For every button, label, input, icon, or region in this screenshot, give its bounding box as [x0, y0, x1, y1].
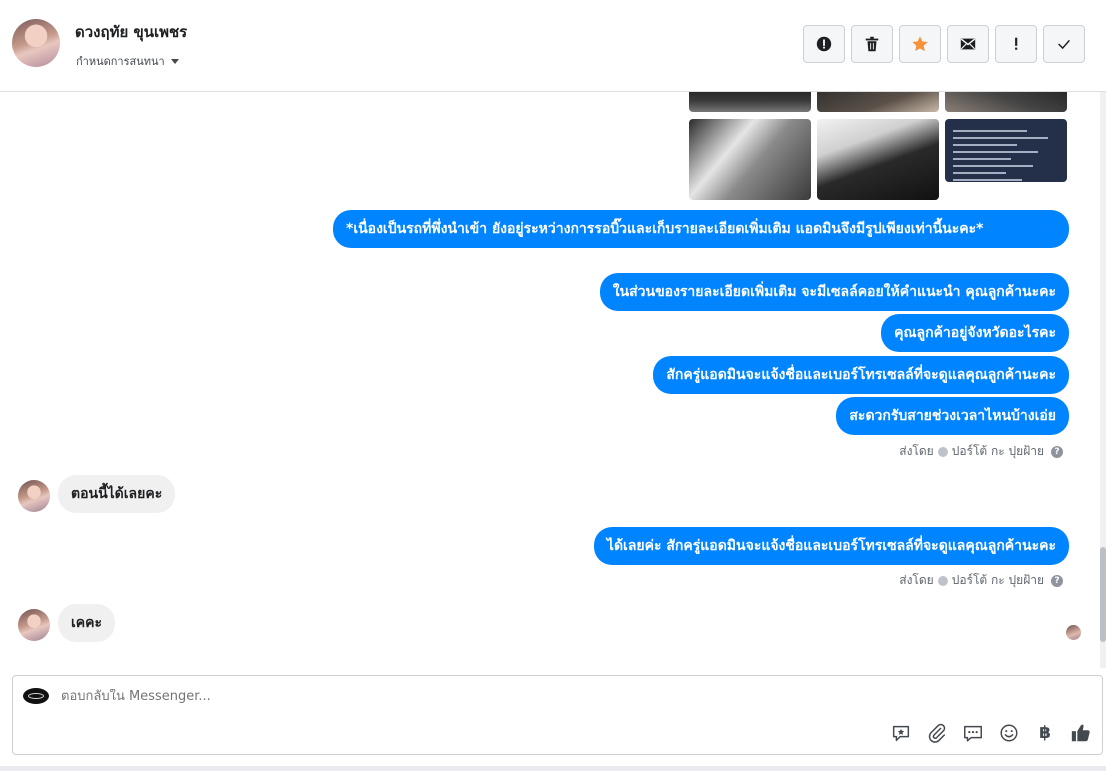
- contact-avatar-small[interactable]: [18, 609, 50, 641]
- payment-button[interactable]: ฿: [1034, 722, 1056, 744]
- chat-bubble-icon: [964, 725, 982, 742]
- outgoing-message[interactable]: ในส่วนของรายละเอียดเพิ่มเติม จะมีเซลล์คอ…: [599, 273, 1069, 311]
- page-avatar: [23, 688, 49, 704]
- contact-avatar[interactable]: [12, 19, 60, 67]
- exclamation-icon: [1015, 37, 1018, 50]
- help-icon[interactable]: ?: [1051, 445, 1063, 458]
- smiley-icon: [1000, 724, 1018, 742]
- mark-unread-button[interactable]: [947, 25, 989, 63]
- spam-button[interactable]: [803, 25, 845, 63]
- sent-by-label: ส่งโดย: [899, 573, 934, 587]
- outgoing-message[interactable]: สะดวกรับสายช่วงเวลาไหนบ้างเอ่ย: [836, 397, 1069, 435]
- delete-button[interactable]: [851, 25, 893, 63]
- sent-by-info: ส่งโดย ปอร์โต้ กะ ปุยฝ้าย ?: [899, 571, 1063, 590]
- mail-icon: [960, 38, 976, 50]
- contact-name[interactable]: ดวงฤทัย ขุนเพชร: [75, 20, 187, 44]
- like-button[interactable]: [1070, 722, 1092, 744]
- reply-composer: ฿: [12, 675, 1103, 755]
- saved-reply-button[interactable]: [890, 722, 912, 744]
- star-chat-icon: [892, 725, 910, 742]
- outgoing-message[interactable]: ได้เลยค่ะ สักครู่แอดมินจะแจ้งชื่อและเบอร…: [593, 527, 1069, 565]
- help-icon[interactable]: ?: [1051, 574, 1063, 587]
- attach-button[interactable]: [926, 722, 948, 744]
- seen-indicator-avatar: [1066, 625, 1081, 640]
- important-button[interactable]: [995, 25, 1037, 63]
- alert-circle-icon: [816, 36, 832, 52]
- incoming-message[interactable]: ตอนนี้ได้เลยคะ: [58, 475, 176, 513]
- thumbs-up-icon: [1071, 724, 1090, 742]
- sent-by-label: ส่งโดย: [899, 444, 934, 458]
- outgoing-message[interactable]: คุณลูกค้าอยู่จังหวัดอะไรคะ: [881, 314, 1069, 352]
- message-photo[interactable]: [817, 92, 939, 112]
- trash-icon: [865, 36, 879, 52]
- sender-name: ปอร์โต้ กะ ปุยฝ้าย: [951, 573, 1044, 587]
- composer-tools: ฿: [890, 722, 1092, 744]
- assign-conversation-dropdown[interactable]: กำหนดการสนทนา: [76, 52, 179, 70]
- check-icon: [1058, 39, 1070, 50]
- paperclip-icon: [928, 723, 946, 743]
- message-photo[interactable]: [689, 119, 811, 200]
- header-actions: [803, 25, 1085, 63]
- conversation-header: ดวงฤทัย ขุนเพชร กำหนดการสนทนา: [0, 0, 1106, 92]
- message-photo-document[interactable]: [945, 119, 1067, 182]
- message-photo[interactable]: [689, 92, 811, 112]
- verified-icon: [937, 446, 948, 457]
- outgoing-message[interactable]: สักครู่แอดมินจะแจ้งชื่อและเบอร์โทรเซลล์ท…: [653, 356, 1069, 394]
- quick-reply-button[interactable]: [962, 722, 984, 744]
- baht-icon: ฿: [1039, 723, 1051, 743]
- scrollbar-thumb[interactable]: [1100, 547, 1106, 642]
- star-button[interactable]: [899, 25, 941, 63]
- caret-down-icon: [170, 59, 179, 64]
- verified-icon: [937, 575, 948, 586]
- thread-scrollbar[interactable]: [1100, 92, 1106, 668]
- reply-input[interactable]: [61, 689, 861, 704]
- emoji-button[interactable]: [998, 722, 1020, 744]
- star-icon: [912, 36, 928, 52]
- message-thread[interactable]: *เนื่องเป็นรถที่พึ่งนำเข้า ยังอยู่ระหว่า…: [0, 92, 1100, 668]
- incoming-message[interactable]: เคคะ: [58, 604, 116, 642]
- message-photo[interactable]: [945, 92, 1067, 112]
- assign-label: กำหนดการสนทนา: [76, 55, 165, 68]
- mark-done-button[interactable]: [1043, 25, 1085, 63]
- sent-by-info: ส่งโดย ปอร์โต้ กะ ปุยฝ้าย ?: [899, 442, 1063, 461]
- sender-name: ปอร์โต้ กะ ปุยฝ้าย: [951, 444, 1044, 458]
- outgoing-message[interactable]: *เนื่องเป็นรถที่พึ่งนำเข้า ยังอยู่ระหว่า…: [333, 210, 1069, 248]
- contact-avatar-small[interactable]: [18, 480, 50, 512]
- bottom-divider: [0, 766, 1106, 771]
- message-photo[interactable]: [817, 119, 939, 200]
